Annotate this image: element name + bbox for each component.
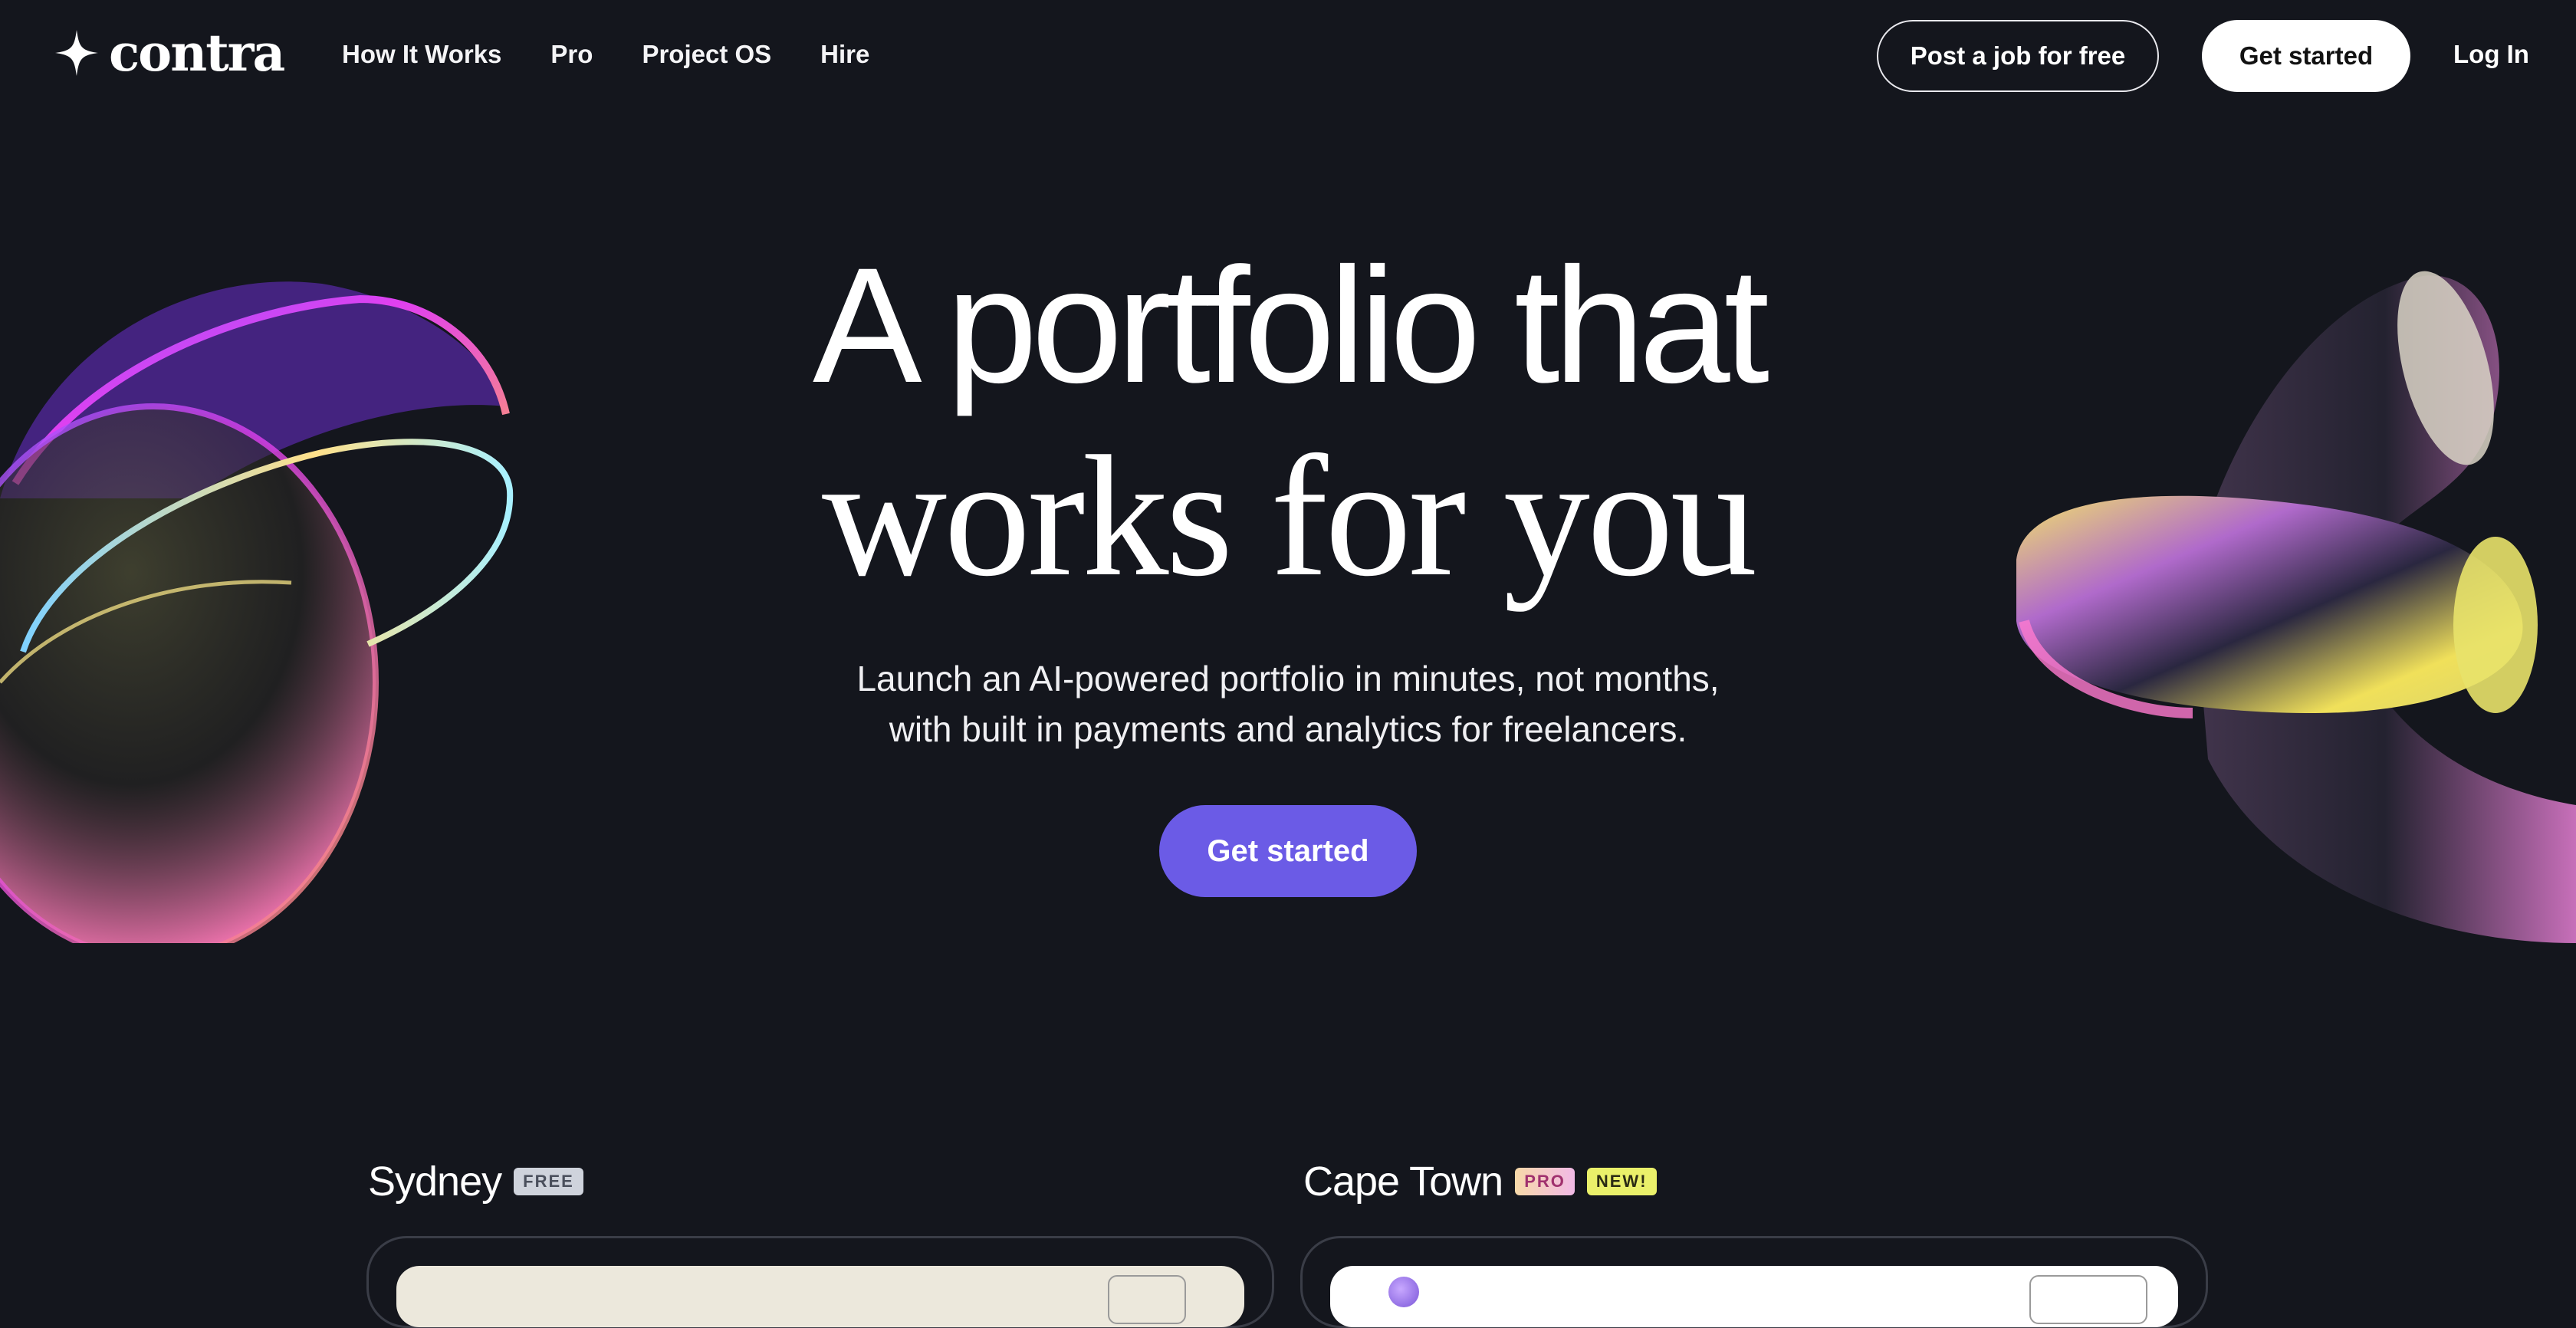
- nav-link-pro[interactable]: Pro: [550, 40, 593, 69]
- preview-button-outline: [1108, 1275, 1186, 1324]
- sparkle-icon: [55, 30, 98, 76]
- hero-subtitle-line2: with built in payments and analytics for…: [889, 709, 1687, 749]
- template-preview: [1330, 1266, 2178, 1327]
- logo-text: contra: [109, 23, 285, 83]
- hero-get-started-button[interactable]: Get started: [1159, 805, 1417, 897]
- preview-button-outline: [2029, 1275, 2147, 1324]
- nav-get-started-button[interactable]: Get started: [2202, 20, 2410, 92]
- nav-link-how-it-works[interactable]: How It Works: [342, 40, 501, 69]
- template-card-sydney[interactable]: [366, 1236, 1274, 1328]
- template-card-cape-town[interactable]: [1300, 1236, 2208, 1328]
- hero-headline-line2: works for you: [822, 420, 1757, 612]
- nav-link-project-os[interactable]: Project OS: [642, 40, 771, 69]
- pro-badge: PRO: [1515, 1168, 1575, 1195]
- template-name: Cape Town: [1303, 1159, 1503, 1205]
- hero-subtitle-line1: Launch an AI-powered portfolio in minute…: [856, 659, 1720, 699]
- template-preview: [396, 1266, 1244, 1327]
- top-nav: contra How It Works Pro Project OS Hire …: [0, 0, 2576, 112]
- login-link[interactable]: Log In: [2453, 40, 2529, 69]
- contra-logo[interactable]: contra: [55, 23, 285, 83]
- avatar: [1388, 1277, 1419, 1307]
- template-name: Sydney: [368, 1159, 502, 1205]
- nav-link-hire[interactable]: Hire: [820, 40, 869, 69]
- hero-subtitle: Launch an AI-powered portfolio in minute…: [0, 653, 2576, 754]
- free-badge: FREE: [514, 1168, 583, 1195]
- template-title-cape-town: Cape Town PRO NEW!: [1303, 1158, 1657, 1205]
- new-badge: NEW!: [1586, 1168, 1657, 1195]
- nav-links: How It Works Pro Project OS Hire: [342, 40, 869, 69]
- post-job-button[interactable]: Post a job for free: [1877, 20, 2159, 92]
- template-title-sydney: Sydney FREE: [368, 1158, 583, 1205]
- hero-headline-line1: A portfolio that: [812, 234, 1769, 417]
